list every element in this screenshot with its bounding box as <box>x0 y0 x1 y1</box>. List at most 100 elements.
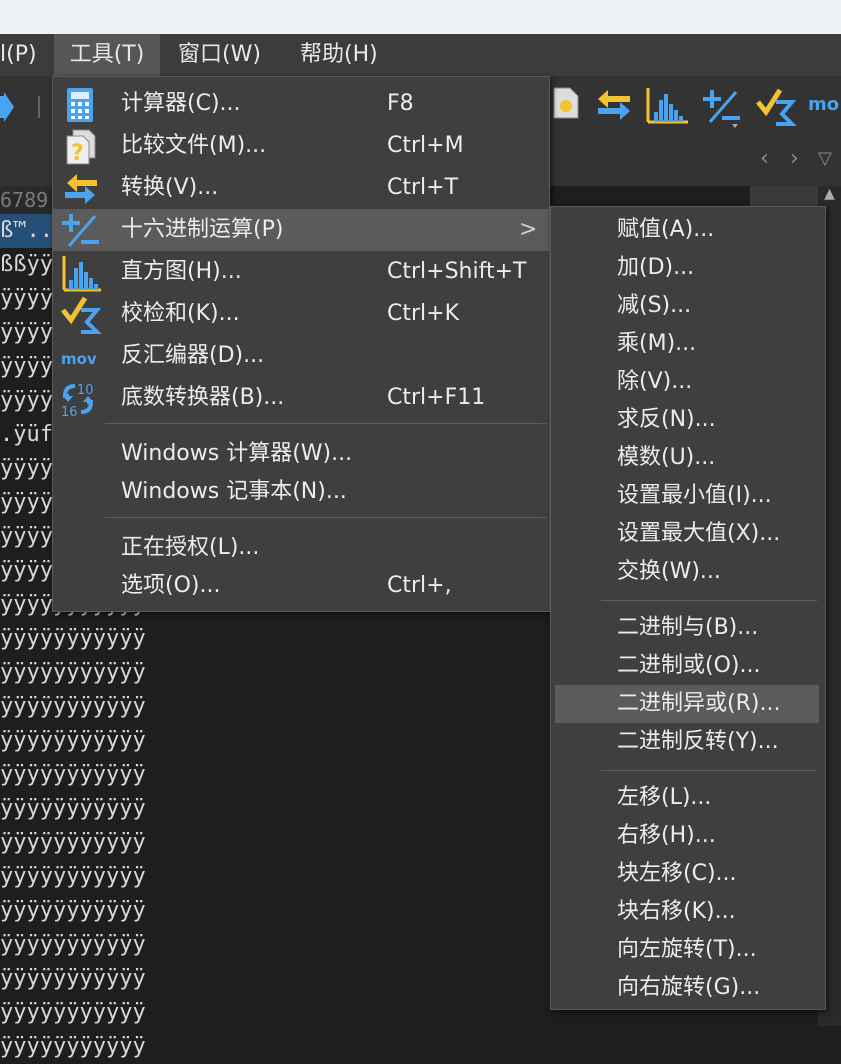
tools-menu-item[interactable]: mov 反汇编器(D)... <box>53 335 549 377</box>
menu-item-label: 转换(V)... <box>121 175 219 200</box>
menu-item-label: 二进制或(O)... <box>617 653 761 678</box>
menu-item-tools[interactable]: 工具(T) <box>54 34 160 76</box>
base-converter-icon: 10 16 <box>61 380 97 420</box>
hex-submenu-item[interactable]: 二进制异或(R)... <box>555 685 819 723</box>
hex-text-row[interactable]: ÿÿÿÿÿÿÿÿÿÿÿ <box>0 928 146 962</box>
hex-submenu-item[interactable]: 除(V)... <box>551 363 825 401</box>
menubar: l(P) 工具(T) 窗口(W) 帮助(H) <box>0 34 841 76</box>
hex-operations-icon <box>61 212 99 248</box>
tools-menu-item[interactable]: Windows 记事本(N)... <box>53 473 549 511</box>
tools-menu-item[interactable]: 选项(O)... Ctrl+, <box>53 567 549 605</box>
tools-menu-item[interactable]: ? 比较文件(M)... Ctrl+M <box>53 125 549 167</box>
disassembler-toolbar-label[interactable]: mo <box>808 94 839 115</box>
disassembler-icon: mov <box>61 338 97 374</box>
tools-menu-item[interactable]: 转换(V)... Ctrl+T <box>53 167 549 209</box>
histogram-icon[interactable] <box>646 86 690 124</box>
hex-text-row[interactable]: ÿÿÿÿÿÿÿÿÿÿÿ <box>0 996 146 1030</box>
hex-text-row[interactable]: ÿÿÿÿÿÿÿÿÿÿÿ <box>0 724 146 758</box>
hex-submenu-item[interactable]: 二进制或(O)... <box>551 647 825 685</box>
hex-text-row[interactable]: ÿÿÿÿ <box>0 384 53 418</box>
hex-submenu-item[interactable]: 右移(H)... <box>551 817 825 855</box>
hex-text-row[interactable]: ÿÿÿÿ <box>0 554 53 588</box>
hex-text-row[interactable]: ÿÿÿÿÿÿÿÿÿÿÿ <box>0 690 146 724</box>
tools-menu-item[interactable]: 10 16 底数转换器(B)... Ctrl+F11 <box>53 377 549 420</box>
tools-menu-item[interactable]: 正在授权(L)... <box>53 529 549 567</box>
menu-item-label: 设置最大值(X)... <box>617 521 781 546</box>
hex-text-row[interactable]: ÿÿÿÿÿÿÿÿÿÿÿ <box>0 962 146 996</box>
hex-submenu-item[interactable]: 赋值(A)... <box>551 211 825 249</box>
tab-list-dropdown-icon[interactable]: ▽ <box>818 148 832 169</box>
hex-submenu-item[interactable]: 求反(N)... <box>551 401 825 439</box>
convert-icon[interactable] <box>594 88 634 122</box>
hex-text-row[interactable]: ÿÿÿÿ <box>0 316 53 350</box>
hex-text-row[interactable]: .ÿüf <box>0 418 53 452</box>
hex-submenu-item[interactable]: 二进制与(B)... <box>551 609 825 647</box>
scroll-up-icon[interactable]: ▲ <box>818 186 841 206</box>
menu-item-shortcut: Ctrl+M <box>387 133 464 158</box>
menu-item-shortcut: Ctrl+F11 <box>387 385 486 410</box>
menu-item-label: 向左旋转(T)... <box>617 937 757 962</box>
hex-submenu-item[interactable]: 向右旋转(G)... <box>551 969 825 1007</box>
hex-submenu-item[interactable]: 左移(L)... <box>551 779 825 817</box>
hex-text-row[interactable]: ÿÿÿÿÿÿÿÿÿÿÿ <box>0 792 146 826</box>
hex-text-row[interactable]: ÿÿÿÿ <box>0 520 53 554</box>
hex-submenu-item[interactable]: 加(D)... <box>551 249 825 287</box>
hex-submenu-item[interactable]: 块左移(C)... <box>551 855 825 893</box>
hex-text-row[interactable]: ÿÿÿÿ <box>0 350 53 384</box>
menu-item-window[interactable]: 窗口(W) <box>178 34 261 76</box>
menu-separator <box>105 423 547 424</box>
hex-submenu-item[interactable]: 向左旋转(T)... <box>551 931 825 969</box>
checksum-icon[interactable] <box>756 88 796 126</box>
hex-submenu-item[interactable]: 设置最小值(I)... <box>551 477 825 515</box>
tools-menu-item[interactable]: 校检和(K)... Ctrl+K <box>53 293 549 335</box>
menu-item-previous[interactable]: l(P) <box>0 34 48 76</box>
menu-item-label: 二进制异或(R)... <box>617 691 781 716</box>
tools-menu-item[interactable]: 直方图(H)... Ctrl+Shift+T <box>53 251 549 293</box>
hex-text-row[interactable]: ÿÿÿÿÿÿÿÿÿÿÿ <box>0 1030 146 1064</box>
tools-menu: 计算器(C)... F8? 比较文件(M)... Ctrl+M 转换(V)... Ctrl… <box>52 76 550 612</box>
menu-separator <box>105 517 547 518</box>
hex-text-row[interactable]: ÿÿÿÿÿÿÿÿÿÿÿ <box>0 826 146 860</box>
hex-submenu-item[interactable]: 减(S)... <box>551 287 825 325</box>
menu-item-label: 求反(N)... <box>617 407 716 432</box>
menu-separator <box>601 770 817 771</box>
submenu-arrow-icon: > <box>519 217 538 242</box>
menu-item-label: 设置最小值(I)... <box>617 483 772 508</box>
hex-text-row[interactable]: ÿÿÿÿ <box>0 452 53 486</box>
menu-item-label: 选项(O)... <box>121 573 221 598</box>
hex-text-row[interactable]: ÿÿÿÿ <box>0 486 53 520</box>
hex-text-row[interactable]: ÿÿÿÿÿÿÿÿÿÿÿ <box>0 894 146 928</box>
tools-menu-item[interactable]: 十六进制运算(P) > <box>53 209 549 251</box>
checksum-icon <box>61 296 102 334</box>
hex-submenu-item[interactable]: 二进制反转(Y)... <box>551 723 825 761</box>
hex-text-row[interactable]: ßßÿÿ <box>0 248 53 282</box>
hex-text-row[interactable]: ÿÿÿÿÿÿÿÿÿÿÿ <box>0 656 146 690</box>
hex-submenu-item[interactable]: 交换(W)... <box>551 553 825 591</box>
tab-scroll-left-icon[interactable]: ‹ <box>760 146 769 171</box>
hex-text-row[interactable]: ÿÿÿÿ <box>0 282 53 316</box>
tools-menu-item[interactable]: 计算器(C)... F8 <box>53 83 549 125</box>
hex-text-row[interactable]: ÿÿÿÿÿÿÿÿÿÿÿ <box>0 758 146 792</box>
tools-menu-item[interactable]: Windows 计算器(W)... <box>53 435 549 473</box>
menu-item-label: 底数转换器(B)... <box>121 385 285 410</box>
hex-operations-icon[interactable] <box>702 88 742 128</box>
arrow-right-icon[interactable] <box>0 92 16 122</box>
hex-submenu-item[interactable]: 设置最大值(X)... <box>551 515 825 553</box>
tab-scroll-right-icon[interactable]: › <box>790 146 799 171</box>
menu-item-help[interactable]: 帮助(H) <box>300 34 378 76</box>
hex-submenu-item[interactable]: 乘(M)... <box>551 325 825 363</box>
menu-item-label: 加(D)... <box>617 255 695 280</box>
convert-icon <box>61 170 97 206</box>
hex-submenu-item[interactable]: 模数(U)... <box>551 439 825 477</box>
document-icon[interactable] <box>552 86 580 120</box>
hex-text-row[interactable]: ÿÿÿÿÿÿÿÿÿÿÿ <box>0 622 146 656</box>
histogram-icon <box>61 254 101 292</box>
menu-item-label: 块左移(C)... <box>617 861 737 886</box>
menu-item-label: 正在授权(L)... <box>121 535 260 560</box>
menu-item-label: 向右旋转(G)... <box>617 975 761 1000</box>
hex-submenu-item[interactable]: 块右移(K)... <box>551 893 825 931</box>
window-titlebar <box>0 0 841 34</box>
menu-item-label: Windows 记事本(N)... <box>121 479 347 504</box>
svg-text:10: 10 <box>77 383 94 398</box>
hex-text-row[interactable]: ÿÿÿÿÿÿÿÿÿÿÿ <box>0 860 146 894</box>
